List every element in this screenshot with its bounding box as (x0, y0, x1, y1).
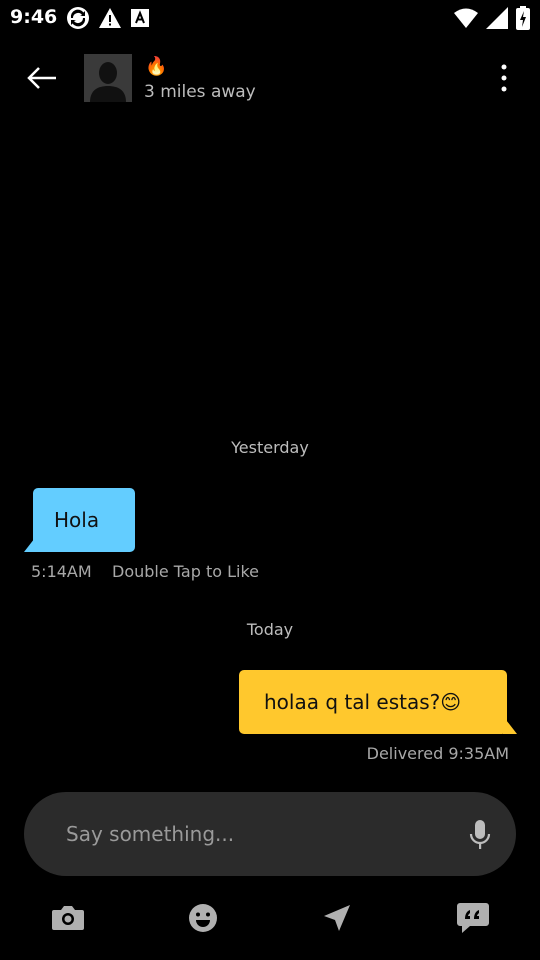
battery-icon (516, 6, 530, 34)
chat-header: 🔥 3 miles away (0, 50, 540, 106)
status-time: 9:46 (10, 6, 58, 28)
incoming-message-time: 5:14AM (31, 562, 92, 581)
profile-emoji: 🔥 (145, 56, 168, 77)
location-arrow-icon (324, 905, 350, 931)
microphone-icon (469, 820, 491, 849)
more-options-button[interactable] (492, 62, 516, 94)
voice-record-button[interactable] (466, 817, 494, 853)
camera-button[interactable] (48, 900, 88, 936)
date-separator-today: Today (246, 620, 294, 639)
status-icons-left (66, 6, 150, 34)
incoming-bubble-tail (24, 534, 38, 552)
status-bar: 9:46 (0, 0, 540, 36)
date-separator-yesterday: Yesterday (231, 438, 309, 457)
sync-icon (66, 6, 90, 34)
font-icon (130, 8, 150, 32)
phrases-button[interactable] (453, 900, 493, 936)
wifi-icon (454, 8, 478, 32)
message-composer (24, 792, 516, 876)
outgoing-bubble-tail (503, 716, 517, 734)
avatar[interactable] (84, 54, 132, 102)
emoji-button[interactable] (183, 900, 223, 936)
warning-icon (98, 7, 122, 33)
outgoing-message-text: holaa q tal estas?😊 (264, 690, 462, 714)
status-icons-right (454, 6, 530, 34)
camera-icon (52, 906, 84, 930)
quote-icon (457, 903, 489, 933)
incoming-message-text: Hola (54, 508, 100, 532)
kebab-menu-icon (501, 64, 507, 92)
message-input[interactable] (66, 818, 446, 850)
emoji-icon (189, 904, 217, 932)
distance-label: 3 miles away (144, 82, 256, 102)
outgoing-message-bubble[interactable]: holaa q tal estas?😊 (239, 670, 507, 734)
arrow-left-icon (27, 67, 56, 89)
back-button[interactable] (24, 62, 60, 94)
signal-icon (486, 7, 508, 33)
incoming-message-bubble[interactable]: Hola (33, 488, 135, 552)
double-tap-hint: Double Tap to Like (112, 562, 259, 581)
person-silhouette-icon (84, 54, 132, 102)
delivery-status: Delivered 9:35AM (366, 744, 509, 763)
location-button[interactable] (317, 900, 357, 936)
